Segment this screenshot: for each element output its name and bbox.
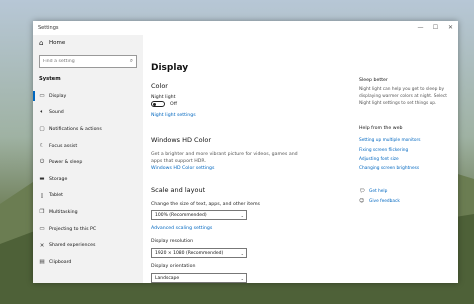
scale-value: 100% (Recommended) — [155, 212, 207, 218]
sidebar-item-label: Storage — [49, 176, 68, 182]
help-title: Help from the web — [359, 126, 403, 131]
help-link-flickering[interactable]: Fixing screen flickering — [359, 148, 408, 153]
home-button[interactable]: ⌂ Home — [33, 35, 143, 51]
help-link-font-size[interactable]: Adjusting font size — [359, 157, 399, 162]
search-input[interactable] — [43, 59, 130, 64]
clipboard-icon: ▤ — [39, 259, 45, 266]
hd-color-heading: Windows HD Color — [151, 136, 212, 144]
sidebar-item-label: Projecting to this PC — [49, 226, 97, 232]
sidebar-item-label: Sound — [49, 110, 64, 116]
sidebar-item-label: Shared experiences — [49, 243, 96, 249]
resolution-label: Display resolution — [151, 239, 194, 244]
orientation-value: Landscape — [155, 275, 180, 281]
notifications-icon: ▢ — [39, 126, 45, 133]
sidebar-item-shared-experiences[interactable]: ✕ Shared experiences — [33, 237, 143, 254]
sidebar-item-clipboard[interactable]: ▤ Clipboard — [33, 254, 143, 271]
window-title: Settings — [38, 25, 59, 31]
toggle-knob — [153, 103, 156, 106]
night-light-state: Off — [170, 102, 177, 107]
sidebar-item-label: Tablet — [49, 193, 63, 199]
get-help-row[interactable]: 💬︎ Get help — [359, 188, 387, 194]
search-box[interactable]: ⌕ — [39, 55, 137, 68]
give-feedback-row[interactable]: ☺ Give feedback — [359, 198, 400, 204]
resolution-dropdown[interactable]: 1920 × 1080 (Recommended) ⌄ — [151, 248, 247, 258]
page-title: Display — [151, 63, 189, 73]
sidebar-item-label: Power & sleep — [49, 160, 83, 166]
shared-experiences-icon: ✕ — [39, 242, 45, 249]
projecting-icon: ▭ — [39, 226, 45, 233]
sidebar-item-label: Clipboard — [49, 259, 72, 265]
multitasking-icon: ❐ — [39, 209, 45, 216]
sleep-better-title: Sleep better — [359, 78, 388, 83]
orientation-dropdown[interactable]: Landscape ⌄ — [151, 273, 247, 283]
sidebar-item-projecting[interactable]: ▭ Projecting to this PC — [33, 221, 143, 238]
nav-list: ▭ Display 🔈︎ Sound ▢ Notifications & act… — [33, 88, 143, 271]
sidebar-item-focus-assist[interactable]: ☾ Focus assist — [33, 138, 143, 155]
display-icon: ▭ — [39, 93, 45, 100]
night-light-toggle[interactable] — [151, 101, 165, 107]
scale-dropdown[interactable]: 100% (Recommended) ⌄ — [151, 210, 247, 220]
sidebar-item-multitasking[interactable]: ❐ Multitasking — [33, 204, 143, 221]
sidebar-item-label: Notifications & actions — [49, 126, 102, 132]
sidebar: ⌂ Home ⌕ System ▭ Display 🔈︎ Sound ▢ Not… — [33, 35, 143, 283]
get-help-icon: 💬︎ — [359, 188, 366, 194]
main-content: Display Color Night light Off Night ligh… — [143, 35, 458, 283]
sound-icon: 🔈︎ — [40, 109, 44, 116]
close-icon[interactable]: ✕ — [443, 21, 458, 35]
tablet-icon: ▯ — [40, 192, 44, 199]
focus-assist-icon: ☾ — [39, 143, 45, 150]
chevron-down-icon: ⌄ — [240, 250, 244, 256]
search-icon: ⌕ — [129, 58, 133, 64]
sidebar-item-label: Focus assist — [49, 143, 78, 149]
help-link-multiple-monitors[interactable]: Setting up multiple monitors — [359, 138, 421, 143]
help-link-brightness[interactable]: Changing screen brightness — [359, 166, 419, 171]
sidebar-item-sound[interactable]: 🔈︎ Sound — [33, 105, 143, 122]
advanced-scaling-link[interactable]: Advanced scaling settings — [151, 226, 212, 231]
orientation-label: Display orientation — [151, 264, 196, 269]
give-feedback-link[interactable]: Give feedback — [369, 199, 400, 204]
hd-color-description: Get a brighter and more vibrant picture … — [151, 152, 298, 164]
section-title: System — [39, 76, 61, 82]
sidebar-item-label: Display — [49, 93, 67, 99]
sidebar-item-power[interactable]: ⏻ Power & sleep — [33, 154, 143, 171]
color-heading: Color — [151, 82, 168, 90]
title-bar: Settings — ☐ ✕ — [33, 21, 458, 35]
sidebar-item-storage[interactable]: ▬ Storage — [33, 171, 143, 188]
feedback-icon: ☺ — [359, 198, 365, 204]
storage-icon: ▬ — [39, 176, 45, 183]
get-help-link[interactable]: Get help — [369, 189, 387, 194]
sidebar-item-notifications[interactable]: ▢ Notifications & actions — [33, 121, 143, 138]
home-label: Home — [49, 40, 66, 46]
hd-color-settings-link[interactable]: Windows HD Color settings — [151, 166, 214, 171]
night-light-settings-link[interactable]: Night light settings — [151, 113, 196, 118]
size-label: Change the size of text, apps, and other… — [151, 202, 261, 207]
sidebar-item-tablet[interactable]: ▯ Tablet — [33, 188, 143, 205]
power-icon: ⏻ — [39, 159, 45, 166]
sidebar-item-display[interactable]: ▭ Display — [33, 88, 143, 105]
resolution-value: 1920 × 1080 (Recommended) — [155, 250, 224, 256]
settings-window: Settings — ☐ ✕ ⌂ Home ⌕ System ▭ Display… — [33, 21, 458, 283]
night-light-label: Night light — [151, 95, 176, 100]
maximize-icon[interactable]: ☐ — [428, 21, 443, 35]
sidebar-item-label: Multitasking — [49, 209, 78, 215]
chevron-down-icon: ⌄ — [240, 275, 244, 281]
scale-heading: Scale and layout — [151, 186, 206, 194]
sleep-better-text: Night light can help you get to sleep by… — [359, 87, 447, 106]
minimize-icon[interactable]: — — [413, 21, 428, 35]
chevron-down-icon: ⌄ — [240, 212, 244, 218]
home-icon: ⌂ — [39, 39, 44, 47]
